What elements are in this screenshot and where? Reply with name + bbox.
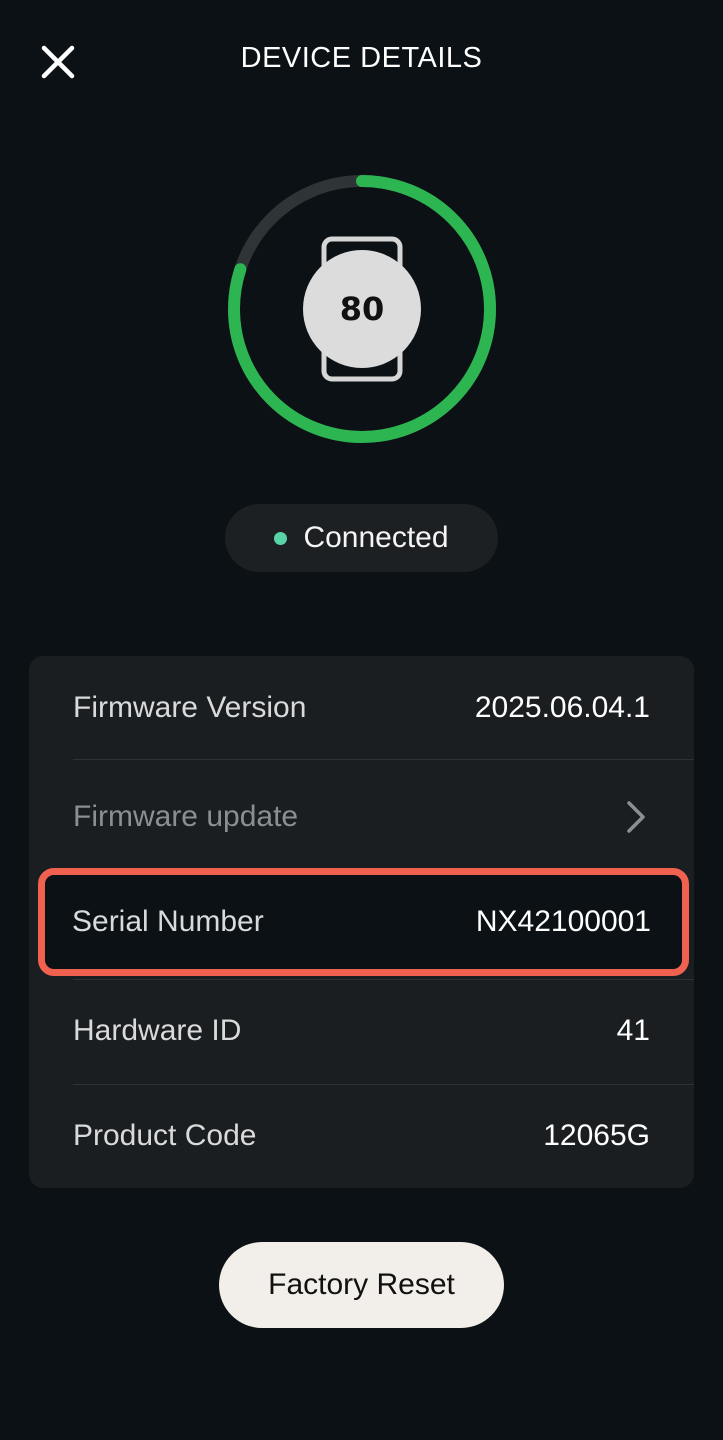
page-title: DEVICE DETAILS (240, 42, 483, 74)
serial-number-label: Serial Number (72, 905, 264, 938)
product-code-value: 12065G (543, 1119, 650, 1152)
battery-ring: 80 (226, 173, 498, 445)
divider (73, 979, 694, 980)
product-code-label: Product Code (73, 1119, 257, 1152)
connection-status-badge: Connected (225, 504, 498, 572)
firmware-update-label: Firmware update (73, 800, 299, 833)
divider (73, 1084, 694, 1085)
product-code-row: Product Code 12065G (73, 1102, 650, 1170)
firmware-version-value: 2025.06.04.1 (474, 691, 650, 724)
firmware-update-row[interactable]: Firmware update (73, 783, 650, 851)
serial-number-highlight: Serial Number NX42100001 (38, 868, 689, 976)
divider (73, 759, 694, 760)
firmware-version-row: Firmware Version 2025.06.04.1 (73, 674, 650, 742)
hardware-id-row: Hardware ID 41 (73, 997, 650, 1065)
chevron-right-icon (627, 801, 645, 833)
connection-status-label: Connected (303, 521, 449, 554)
status-dot-icon (274, 531, 288, 545)
hardware-id-value: 41 (616, 1014, 650, 1047)
device-details-screen: DEVICE DETAILS 80 Connected Firmware Ver… (0, 0, 723, 1440)
firmware-version-label: Firmware Version (73, 691, 307, 724)
factory-reset-button[interactable]: Factory Reset (219, 1242, 504, 1328)
battery-level: 80 (340, 290, 385, 328)
hardware-id-label: Hardware ID (73, 1014, 242, 1047)
serial-number-row: Serial Number NX42100001 (72, 892, 651, 952)
serial-number-value: NX42100001 (475, 905, 651, 938)
